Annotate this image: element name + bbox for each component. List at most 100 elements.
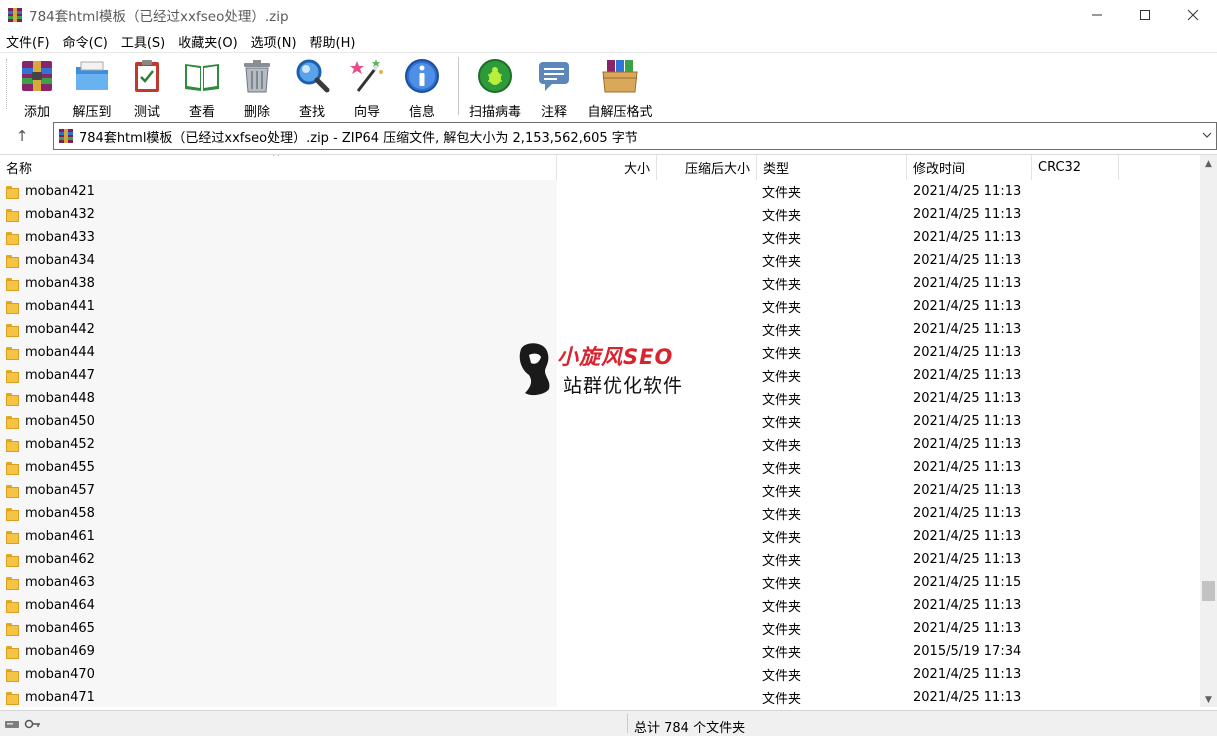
cell-type: 文件夹 [762, 623, 802, 638]
cell-modified: 2021/4/25 11:13 [913, 529, 1022, 544]
menu-favorites[interactable]: 收藏夹(O) [172, 32, 243, 51]
folder-icon [6, 346, 19, 360]
extract-to-label: 解压到 [72, 105, 112, 120]
column-modified[interactable]: 修改时间 [907, 155, 1032, 180]
close-button[interactable] [1169, 0, 1217, 30]
folder-icon [6, 461, 19, 475]
file-name: moban441 [25, 299, 95, 314]
wizard-button[interactable]: 向导 [344, 57, 390, 120]
file-name: moban434 [25, 253, 95, 268]
table-row[interactable]: moban457 文件夹 2021/4/25 11:13 [0, 479, 1200, 502]
delete-label: 删除 [243, 105, 270, 120]
menu-commands[interactable]: 命令(C) [57, 32, 114, 51]
info-button[interactable]: 信息 [390, 57, 454, 120]
scroll-up-button[interactable]: ▲ [1200, 155, 1217, 172]
winrar-app-icon[interactable] [7, 7, 23, 23]
cell-type: 文件夹 [762, 462, 802, 477]
up-arrow-icon: ↑ [15, 127, 29, 145]
table-row[interactable]: moban465 文件夹 2021/4/25 11:13 [0, 617, 1200, 640]
cell-modified: 2021/4/25 11:13 [913, 437, 1022, 452]
cell-type: 文件夹 [762, 416, 802, 431]
table-row[interactable]: moban461 文件夹 2021/4/25 11:13 [0, 525, 1200, 548]
window-controls [1073, 0, 1217, 30]
table-row[interactable]: moban432 文件夹 2021/4/25 11:13 [0, 203, 1200, 226]
toolbar-grip[interactable] [6, 59, 10, 109]
maximize-button[interactable] [1121, 0, 1169, 30]
menu-file[interactable]: 文件(F) [0, 32, 56, 51]
cell-type: 文件夹 [762, 255, 802, 270]
cell-name: moban434 [0, 249, 557, 272]
column-crc32[interactable]: CRC32 [1032, 155, 1119, 180]
minimize-button[interactable] [1073, 0, 1121, 30]
delete-button[interactable]: 删除 [234, 57, 280, 120]
table-row[interactable]: moban458 文件夹 2021/4/25 11:13 [0, 502, 1200, 525]
table-row[interactable]: moban438 文件夹 2021/4/25 11:13 [0, 272, 1200, 295]
cell-modified: 2021/4/25 11:13 [913, 598, 1022, 613]
table-row[interactable]: moban470 文件夹 2021/4/25 11:13 [0, 663, 1200, 686]
column-name[interactable]: 名称 ^ [0, 155, 557, 180]
comment-button[interactable]: 注释 [527, 57, 581, 120]
cell-name: moban432 [0, 203, 557, 226]
table-row[interactable]: moban462 文件夹 2021/4/25 11:13 [0, 548, 1200, 571]
menu-tools[interactable]: 工具(S) [115, 32, 171, 51]
table-row[interactable]: moban463 文件夹 2021/4/25 11:15 [0, 571, 1200, 594]
cell-type: 文件夹 [762, 531, 802, 546]
column-packed-size[interactable]: 压缩后大小 [657, 155, 757, 180]
table-row[interactable]: moban442 文件夹 2021/4/25 11:13 [0, 318, 1200, 341]
table-row[interactable]: moban455 文件夹 2021/4/25 11:13 [0, 456, 1200, 479]
status-icons [0, 718, 56, 730]
table-row[interactable]: moban421 文件夹 2021/4/25 11:13 [0, 180, 1200, 203]
drive-icon[interactable] [4, 718, 20, 730]
file-name: moban458 [25, 506, 95, 521]
cell-type: 文件夹 [762, 669, 802, 684]
table-row[interactable]: moban469 文件夹 2015/5/19 17:34 [0, 640, 1200, 663]
cell-modified: 2021/4/25 11:13 [913, 460, 1022, 475]
scroll-down-button[interactable]: ▼ [1200, 691, 1217, 707]
file-name: moban471 [25, 690, 95, 705]
up-folder-button[interactable]: ↑ [0, 121, 44, 151]
column-size[interactable]: 大小 [557, 155, 657, 180]
folder-icon [6, 323, 19, 337]
vertical-scrollbar[interactable]: ▲ ▼ [1200, 155, 1217, 707]
key-icon[interactable] [24, 718, 42, 730]
folder-icon [6, 300, 19, 314]
view-button[interactable]: 查看 [170, 57, 234, 120]
table-row[interactable]: moban464 文件夹 2021/4/25 11:13 [0, 594, 1200, 617]
folder-icon [6, 668, 19, 682]
address-row: ↑ 784套html模板（已经过xxfseo处理）.zip - ZIP64 压缩… [0, 120, 1217, 152]
address-bar[interactable]: 784套html模板（已经过xxfseo处理）.zip - ZIP64 压缩文件… [53, 122, 1217, 150]
cell-type: 文件夹 [762, 646, 802, 661]
table-row[interactable]: moban450 文件夹 2021/4/25 11:13 [0, 410, 1200, 433]
cell-type: 文件夹 [762, 186, 802, 201]
table-row[interactable]: moban433 文件夹 2021/4/25 11:13 [0, 226, 1200, 249]
column-type[interactable]: 类型 [757, 155, 907, 180]
info-icon [403, 57, 441, 95]
menu-help[interactable]: 帮助(H) [304, 32, 362, 51]
find-button[interactable]: 查找 [280, 57, 344, 120]
watermark-logo: 小旋风SEO 站群优化软件 [515, 341, 715, 401]
minimize-icon [1092, 14, 1102, 16]
test-button[interactable]: 测试 [124, 57, 170, 120]
cell-name: moban465 [0, 617, 557, 640]
cell-modified: 2015/5/19 17:34 [913, 644, 1022, 659]
table-row[interactable]: moban434 文件夹 2021/4/25 11:13 [0, 249, 1200, 272]
cell-name: moban463 [0, 571, 557, 594]
add-button[interactable]: 添加 [14, 57, 60, 120]
folder-icon [6, 254, 19, 268]
cell-modified: 2021/4/25 11:13 [913, 391, 1022, 406]
file-name: moban463 [25, 575, 95, 590]
table-row[interactable]: moban441 文件夹 2021/4/25 11:13 [0, 295, 1200, 318]
sfx-button[interactable]: 自解压格式 [581, 57, 659, 120]
address-dropdown-icon[interactable] [1202, 129, 1212, 144]
cell-modified: 2021/4/25 11:13 [913, 299, 1022, 314]
cell-name: moban461 [0, 525, 557, 548]
toolbar: 添加 解压到 测试 查看 删除 查找 向导 信息 扫描病毒 注释 自解压格式 [0, 52, 1217, 120]
scrollbar-thumb[interactable] [1202, 581, 1215, 602]
table-row[interactable]: moban452 文件夹 2021/4/25 11:13 [0, 433, 1200, 456]
table-row[interactable]: moban471 文件夹 2021/4/25 11:13 [0, 686, 1200, 707]
folder-icon [6, 415, 19, 429]
virus-scan-button[interactable]: 扫描病毒 [463, 57, 527, 120]
extract-to-button[interactable]: 解压到 [60, 57, 124, 120]
menu-options[interactable]: 选项(N) [245, 32, 303, 51]
cell-name: moban450 [0, 410, 557, 433]
